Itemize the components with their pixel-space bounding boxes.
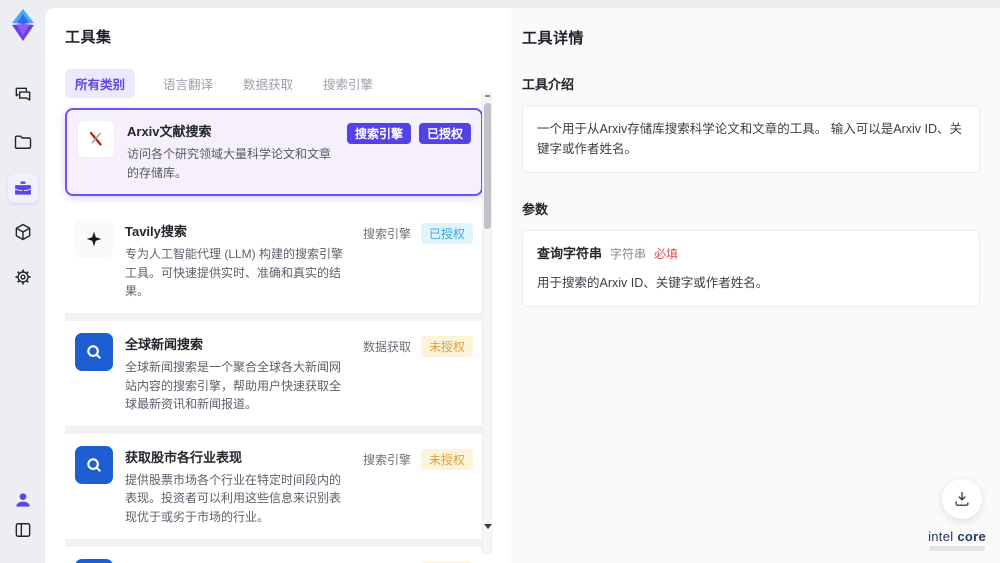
sidebar xyxy=(0,0,45,563)
tab-language-translation[interactable]: 语言翻译 xyxy=(161,69,215,98)
tool-description: 全球新闻搜索是一个聚合全球各大新闻网站内容的搜索引擎，帮助用户快速获取全球最新资… xyxy=(125,359,342,412)
tool-description: 访问各个研究领域大量科学论文和文章的存储库。 xyxy=(127,147,332,180)
news-search-icon xyxy=(75,332,113,371)
app-window: 工具集 所有类别 语言翻译 数据获取 搜索引擎 Arxiv文献搜索 访问各个研究… xyxy=(0,0,1000,563)
list-scrollbar[interactable] xyxy=(482,92,492,554)
market-search-icon xyxy=(75,445,113,484)
panel-toggle-icon[interactable] xyxy=(8,515,38,545)
tavily-sparkle-icon xyxy=(75,220,113,259)
tab-search-engine[interactable]: 搜索引擎 xyxy=(321,69,375,98)
app-logo-icon xyxy=(12,9,34,41)
scrollbar-thumb[interactable] xyxy=(484,103,491,229)
scrollbar-up-arrow[interactable] xyxy=(485,95,490,97)
stock-search-icon xyxy=(75,558,113,563)
category-badge: 搜索引擎 xyxy=(346,123,411,144)
main-area: 工具集 所有类别 语言翻译 数据获取 搜索引擎 Arxiv文献搜索 访问各个研究… xyxy=(45,8,1000,563)
list-item-global-news[interactable]: 全球新闻搜索 全球新闻搜索是一个聚合全球各大新闻网站内容的搜索引擎，帮助用户快速… xyxy=(65,320,483,434)
user-icon[interactable] xyxy=(8,485,38,515)
intel-core-logo: intel core xyxy=(928,529,986,551)
tool-title: 全球新闻搜索 xyxy=(125,336,204,352)
param-name: 查询字符串 xyxy=(537,246,603,261)
list-item-tavily[interactable]: Tavily搜索 专为人工智能代理 (LLM) 构建的搜索引擎工具。可快速提供实… xyxy=(65,208,483,321)
list-item-active-stocks[interactable]: 获取市场最活跃股票信息 提供当天交易量最高的股票列表，投资者可以利用这些信息来识… xyxy=(65,546,483,563)
toolset-title: 工具集 xyxy=(65,29,112,46)
folder-icon[interactable] xyxy=(8,127,38,157)
tool-title: Tavily搜索 xyxy=(125,224,187,240)
list-item-arxiv-selected[interactable]: Arxiv文献搜索 访问各个研究领域大量科学论文和文章的存储库。 搜索引擎 已授… xyxy=(65,108,483,197)
tab-all-categories[interactable]: 所有类别 xyxy=(65,69,136,98)
category-label: 搜索引擎 xyxy=(362,452,411,467)
category-label: 搜索引擎 xyxy=(362,227,411,242)
intro-heading: 工具介绍 xyxy=(522,77,575,92)
param-box: 查询字符串 字符串 必填 用于搜索的Arxiv ID、关键字或作者姓名。 xyxy=(522,230,980,307)
tool-description: 提供股票市场各个行业在特定时间段内的表现。投资者可以利用这些信息来识别表现优于或… xyxy=(125,472,342,524)
toolset-panel: 工具集 所有类别 语言翻译 数据获取 搜索引擎 Arxiv文献搜索 访问各个研究… xyxy=(45,8,508,563)
auth-badge: 已授权 xyxy=(420,223,473,245)
auth-badge: 未授权 xyxy=(420,335,473,357)
auth-badge: 已授权 xyxy=(418,123,471,144)
arxiv-icon xyxy=(77,120,115,158)
auth-badge: 未授权 xyxy=(420,448,473,470)
param-description: 用于搜索的Arxiv ID、关键字或作者姓名。 xyxy=(537,275,769,290)
intel-logo-subtext xyxy=(929,546,986,551)
tool-title: Arxiv文献搜索 xyxy=(127,124,212,139)
param-required-flag: 必填 xyxy=(654,247,679,261)
briefcase-icon[interactable] xyxy=(7,173,38,203)
param-type: 字符串 xyxy=(610,247,647,261)
tool-title: 获取市场最活跃股票信息 xyxy=(125,560,353,563)
tool-description: 专为人工智能代理 (LLM) 构建的搜索引擎工具。可快速提供实时、准确和真实的结… xyxy=(125,247,344,299)
chat-icon[interactable] xyxy=(8,80,38,110)
cube-icon[interactable] xyxy=(8,217,38,247)
tool-list: Arxiv文献搜索 访问各个研究领域大量科学论文和文章的存储库。 搜索引擎 已授… xyxy=(65,108,483,563)
detail-title: 工具详情 xyxy=(522,30,585,47)
scrollbar-down-arrow[interactable] xyxy=(484,524,492,529)
intro-box: 一个用于从Arxiv存储库搜索科学论文和文章的工具。 输入可以是Arxiv ID… xyxy=(522,105,980,173)
list-item-sector-performance[interactable]: 获取股市各行业表现 提供股票市场各个行业在特定时间段内的表现。投资者可以利用这些… xyxy=(65,433,483,547)
params-heading: 参数 xyxy=(522,202,549,217)
tool-title: 获取股市各行业表现 xyxy=(125,449,243,465)
tab-data-acquisition[interactable]: 数据获取 xyxy=(241,69,295,98)
download-button[interactable] xyxy=(942,479,982,519)
category-label: 数据获取 xyxy=(362,339,411,354)
tool-detail-panel: 工具详情 工具介绍 一个用于从Arxiv存储库搜索科学论文和文章的工具。 输入可… xyxy=(508,8,1000,563)
settings-gear-icon[interactable] xyxy=(8,262,38,292)
intro-text: 一个用于从Arxiv存储库搜索科学论文和文章的工具。 输入可以是Arxiv ID… xyxy=(537,122,963,156)
category-tabs: 所有类别 语言翻译 数据获取 搜索引擎 xyxy=(65,69,508,98)
